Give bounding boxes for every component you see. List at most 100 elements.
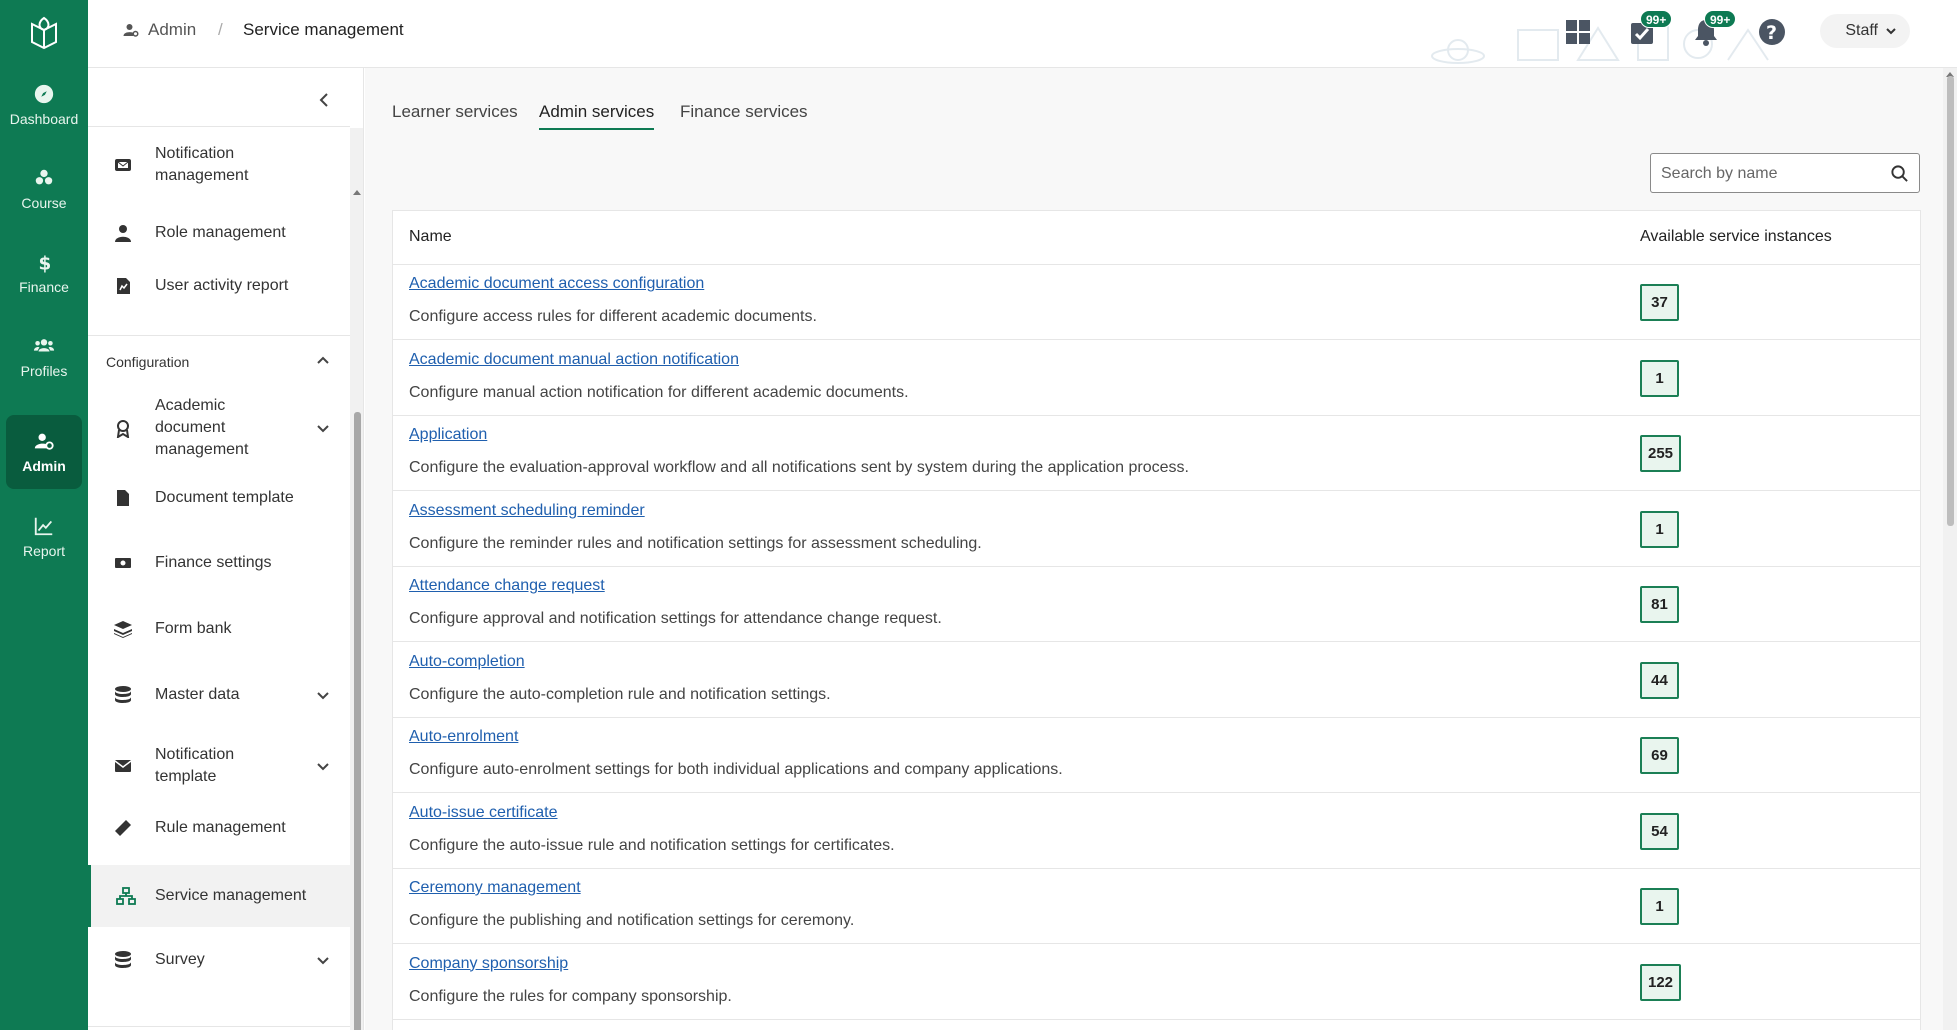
sidebar-item-academic-document-management[interactable]: Academic document management [88, 388, 350, 468]
service-description: Configure access rules for different aca… [409, 308, 817, 325]
sidebar-item-role-management[interactable]: Role management [88, 207, 350, 259]
service-link[interactable]: Academic document access configuration [409, 275, 704, 293]
service-instance-count[interactable]: 54 [1640, 812, 1679, 850]
table-row: Academic document access configuration Co… [393, 265, 1920, 340]
service-instance-count[interactable]: 69 [1640, 737, 1679, 774]
sidebar-section-configuration[interactable]: Configuration [106, 354, 189, 370]
admin-sidebar: Notification management Role management … [88, 68, 364, 1030]
service-link[interactable]: Auto-issue certificate [409, 804, 558, 822]
chevron-up-icon[interactable] [314, 352, 332, 370]
rail-item-label: Dashboard [9, 111, 79, 127]
service-description: Configure the evaluation-approval workfl… [409, 459, 1189, 476]
service-link[interactable]: Company sponsorship [409, 955, 568, 973]
service-instance-count[interactable]: 37 [1640, 284, 1679, 321]
search-icon[interactable] [1890, 164, 1909, 183]
sidebar-item-document-template[interactable]: Document template [88, 472, 350, 524]
sidebar-item-user-activity-report[interactable]: User activity report [88, 260, 350, 312]
open-book-leaf-icon[interactable] [24, 12, 64, 52]
service-instance-count[interactable]: 1 [1640, 888, 1679, 925]
service-description: Configure the publishing and notificatio… [409, 912, 855, 929]
dollar-icon: $ [39, 253, 52, 273]
database-icon [115, 686, 131, 703]
service-link[interactable]: Auto-completion [409, 653, 525, 671]
rail-item-dashboard[interactable]: Dashboard [6, 68, 82, 142]
svg-text:$: $ [39, 253, 52, 273]
tab-finance-services[interactable]: Finance services [680, 102, 808, 128]
layers-icon [114, 621, 132, 638]
sidebar-item-notification-template[interactable]: Notification template [88, 734, 350, 798]
service-link[interactable]: Auto-enrolment [409, 728, 518, 746]
document-icon [117, 490, 129, 506]
user-cog-icon [123, 24, 139, 37]
ruler-icon [115, 820, 131, 836]
sidebar-scrollbar[interactable] [350, 128, 363, 1030]
service-link[interactable]: Application [409, 426, 487, 444]
scroll-up-arrow[interactable] [353, 190, 361, 195]
breadcrumb-current: Service management [243, 20, 404, 39]
sidebar-divider [88, 335, 350, 336]
tab-admin-services[interactable]: Admin services [539, 102, 655, 130]
service-description: Configure the rules for company sponsors… [409, 987, 732, 1005]
sidebar-divider [88, 126, 350, 127]
service-instance-count[interactable]: 81 [1640, 586, 1679, 623]
rail-item-label: Course [21, 195, 67, 211]
service-description: Configure the auto-completion rule and n… [409, 685, 831, 703]
service-instance-count[interactable]: 1 [1640, 510, 1679, 548]
table-row: Attendance change request Configure appro… [393, 567, 1920, 642]
apps-grid-icon[interactable] [1562, 16, 1594, 48]
sidebar-divider [88, 1026, 350, 1027]
service-instance-count[interactable]: 255 [1640, 435, 1682, 472]
sidebar-item-survey[interactable]: Survey [88, 934, 350, 986]
award-icon [116, 420, 130, 438]
envelope-icon [114, 760, 132, 772]
rail-item-label: Finance [19, 279, 69, 295]
users-icon [33, 339, 55, 352]
column-header-name[interactable]: Name [409, 228, 452, 246]
app-rail: Dashboard Course $ Finance Profiles Admi… [0, 0, 88, 1030]
page-scroll-thumb[interactable] [1947, 76, 1954, 526]
sidebar-item-rule-management[interactable]: Rule management [88, 802, 350, 854]
survey-icon [115, 951, 131, 968]
sidebar-item-notification-management[interactable]: Notification management [88, 134, 350, 196]
table-row: Auto-enrolment Configure auto-enrolment s… [393, 718, 1920, 793]
service-instance-count[interactable]: 122 [1640, 963, 1682, 1001]
rail-item-course[interactable]: Course [6, 152, 82, 226]
page-scrollbar[interactable] [1943, 68, 1957, 1030]
service-instance-count[interactable]: 44 [1640, 661, 1679, 699]
user-menu[interactable]: Staff [1820, 14, 1910, 48]
chevron-down-icon[interactable] [314, 419, 332, 437]
service-link[interactable]: Academic document manual action notifica… [409, 351, 739, 369]
sidebar-scroll-thumb[interactable] [354, 412, 361, 1030]
rail-item-report[interactable]: Report [6, 500, 82, 574]
service-description: Configure the reminder rules and notific… [409, 534, 982, 552]
sidebar-item-service-management[interactable]: Service management [88, 865, 350, 927]
service-instance-count[interactable]: 1 [1640, 359, 1679, 397]
help-icon[interactable]: ? [1756, 16, 1788, 48]
chevron-down-icon[interactable] [314, 757, 332, 775]
rail-item-finance[interactable]: $ Finance [6, 236, 82, 310]
chevron-down-icon[interactable] [314, 686, 332, 704]
service-link[interactable]: Assessment scheduling reminder [409, 502, 645, 520]
money-icon [115, 558, 131, 568]
service-link[interactable]: Attendance change request [409, 577, 605, 595]
column-header-instances[interactable]: Available service instances [1640, 228, 1832, 246]
table-row: Auto-issue certificate Configure the auto… [393, 794, 1920, 869]
rail-item-admin[interactable]: Admin [6, 415, 82, 489]
sidebar-item-master-data[interactable]: Master data [88, 669, 350, 721]
sidebar-item-finance-settings[interactable]: Finance settings [88, 537, 350, 589]
svg-text:?: ? [1766, 22, 1777, 44]
search-input[interactable] [1661, 163, 1881, 185]
table-header: Name Available service instances [393, 211, 1920, 265]
chevron-down-icon[interactable] [314, 951, 332, 969]
top-header: Admin / Service management 99+ 99+ ? Sta… [88, 0, 1957, 68]
notification-icon [115, 159, 131, 171]
service-link[interactable]: Ceremony management [409, 879, 581, 897]
breadcrumb-admin[interactable]: Admin [122, 20, 196, 40]
search-box [1650, 153, 1920, 193]
tab-learner-services[interactable]: Learner services [392, 102, 518, 128]
user-menu-label: Staff [1845, 22, 1878, 39]
sidebar-item-form-bank[interactable]: Form bank [88, 603, 350, 655]
user-cog-icon [34, 433, 54, 450]
rail-item-profiles[interactable]: Profiles [6, 320, 82, 394]
chevron-left-icon[interactable] [312, 88, 336, 112]
